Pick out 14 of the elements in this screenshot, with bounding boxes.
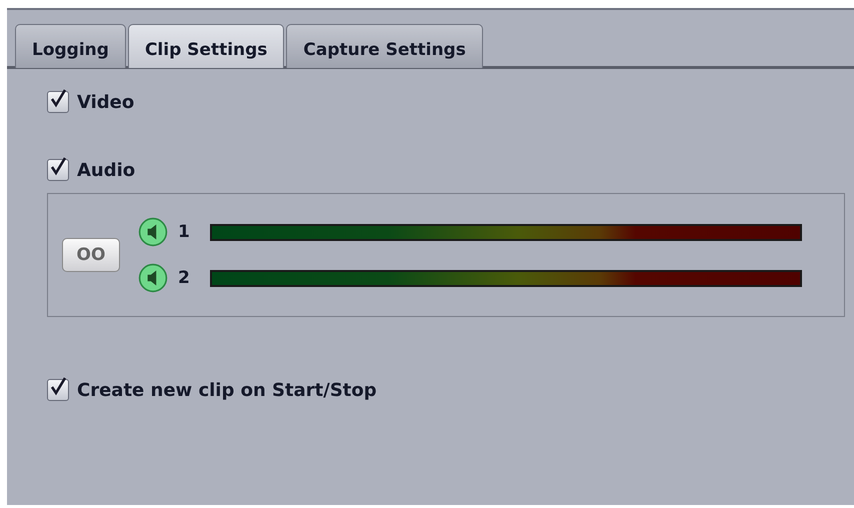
checkbox[interactable] [47, 91, 69, 113]
tab[interactable]: Capture Settings [286, 24, 483, 68]
checkbox-label[interactable]: Audio [77, 160, 136, 180]
speaker-icon[interactable] [138, 217, 168, 247]
tab[interactable]: Logging [15, 24, 126, 68]
tab[interactable]: Clip Settings [128, 24, 284, 68]
channel-number: 1 [178, 222, 191, 242]
channel-number: 2 [178, 268, 191, 288]
checkbox[interactable] [47, 379, 69, 401]
checkbox-label[interactable]: Video [77, 92, 134, 112]
link-channels-button[interactable]: OO [62, 238, 120, 272]
speaker-icon[interactable] [138, 263, 168, 293]
checkbox[interactable] [47, 159, 69, 181]
checkbox-label[interactable]: Create new clip on Start/Stop [77, 380, 377, 400]
